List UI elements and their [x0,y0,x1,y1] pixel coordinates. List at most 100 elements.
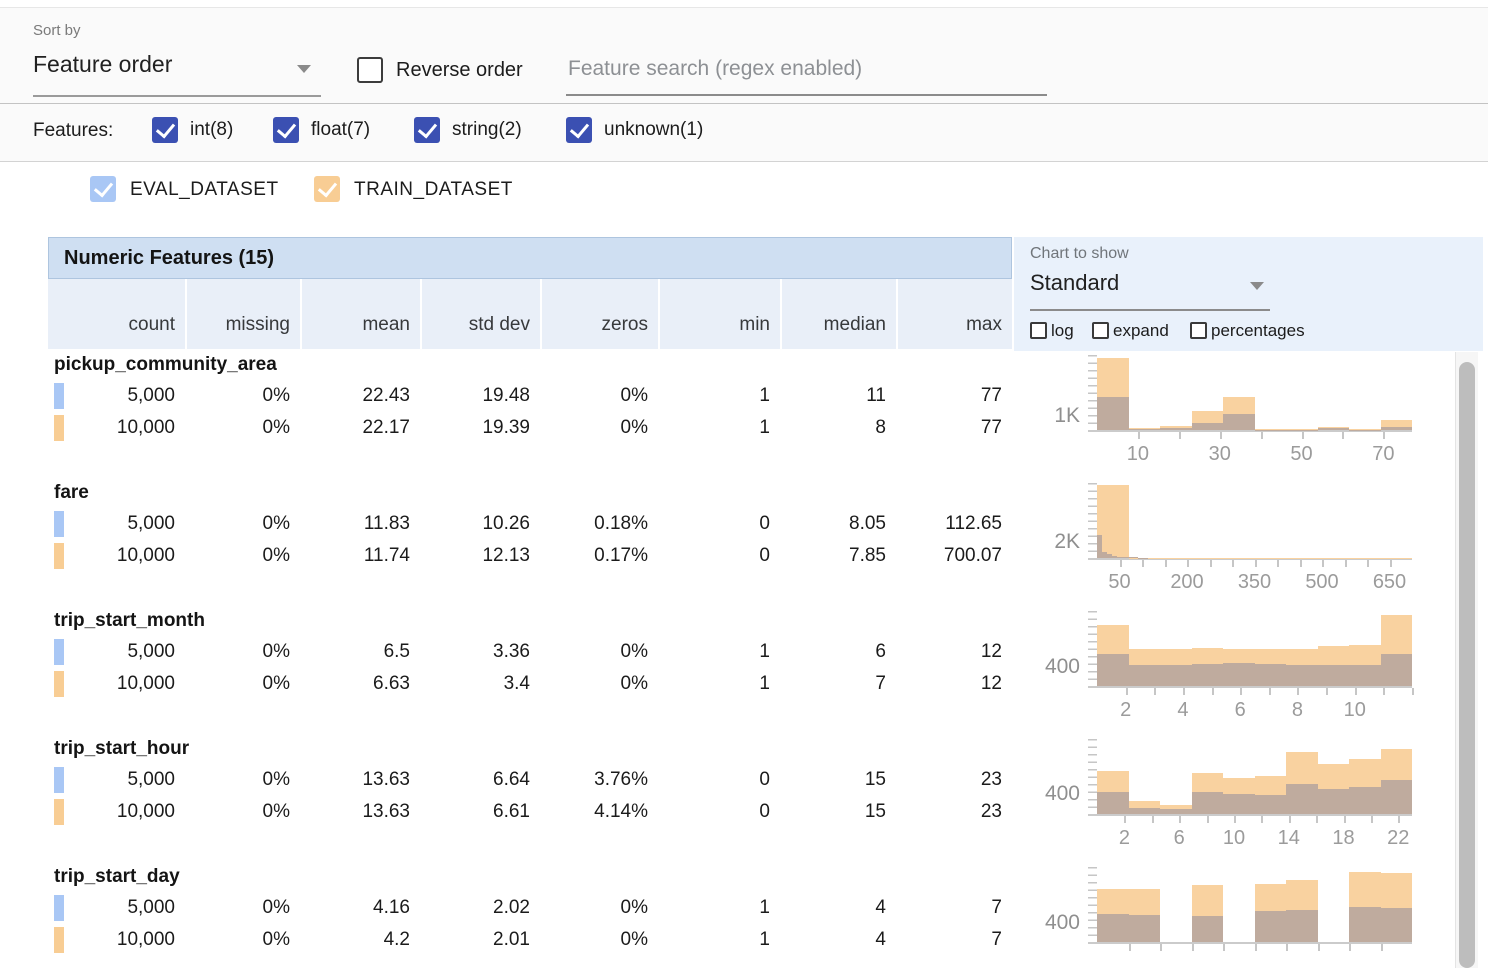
x-axis-tick-label: 350 [1238,571,1271,594]
x-axis-tick-label: 22 [1387,827,1409,850]
dataset-color-swatch [54,415,64,441]
x-axis-tick-label: 18 [1332,827,1354,850]
feature-group-trip_start_day: trip_start_day5,0000%4.162.020%14710,000… [48,864,1012,968]
x-axis-tick-label: 50 [1290,443,1312,466]
x-axis-tick [1322,560,1324,567]
histogram-bar-eval_dataset [1160,809,1192,814]
stat-value: 1 [658,636,780,668]
train-dataset-checkbox[interactable] [314,176,340,202]
chart-to-show-select[interactable]: Standard [1030,270,1270,306]
x-axis-tick [1210,560,1212,567]
feature-type-checkbox-string[interactable] [414,117,440,143]
stat-value: 0% [540,924,658,956]
feature-type-checkbox-int[interactable] [152,117,178,143]
histogram-bar-eval_dataset [1381,654,1413,686]
dataset-color-swatch [54,927,64,953]
facets-overview-page: Sort by Feature order Reverse order Feat… [0,0,1488,968]
sort-by-label: Sort by [33,22,81,39]
stat-value: 1 [658,924,780,956]
scrollbar-thumb[interactable] [1459,362,1475,968]
x-axis-tick [1240,688,1242,695]
x-axis-tick [1261,816,1263,823]
x-axis-tick [1383,688,1385,695]
histogram-bar-eval_dataset [1255,795,1287,814]
feature-type-checkbox-float[interactable] [273,117,299,143]
stat-value: 15 [780,764,896,796]
feature-type-checkbox-unknown[interactable] [566,117,592,143]
histogram-bar-eval_dataset [1129,808,1161,814]
stat-value: 6.64 [420,764,540,796]
x-axis-tick [1269,688,1271,695]
x-axis-tick [1183,688,1185,695]
histogram-bar-eval_dataset [1097,914,1129,942]
feature-search-input[interactable] [566,56,1048,82]
expand-checkbox[interactable] [1092,322,1109,339]
x-axis-tick [1297,688,1299,695]
column-header-zeros: zeros [540,279,658,349]
histogram-bar-eval_dataset [1192,792,1224,814]
stat-value: 4 [780,892,896,924]
x-axis-tick [1326,688,1328,695]
stat-value: 0% [185,508,300,540]
x-axis-tick [1381,944,1383,951]
chart-controls-panel: Chart to show Standard logexpandpercenta… [1014,237,1483,351]
stats-row-train_dataset: 10,0000%11.7412.130.17%07.85700.07 [48,540,1012,572]
check-icon [418,118,437,138]
histogram-trip_start_day: 400 [1030,864,1422,968]
stat-value: 0% [185,540,300,572]
x-axis-tick-label: 2 [1120,699,1131,722]
percentages-checkbox[interactable] [1190,322,1207,339]
stat-value: 4.14% [540,796,658,828]
x-axis-tick [1152,816,1154,823]
stat-value: 2.01 [420,924,540,956]
feature-type-label: int(8) [190,119,233,141]
feature-name: fare [48,480,1012,508]
stat-value: 13.63 [300,796,420,828]
feature-group-fare: fare5,0000%11.8310.260.18%08.05112.6510,… [48,480,1012,608]
stat-value: 8 [780,412,896,444]
dataset-color-swatch [54,799,64,825]
stat-value: 1 [658,892,780,924]
column-header-std-dev: std dev [420,279,540,349]
reverse-order-checkbox[interactable] [357,57,383,83]
column-header-count: count [48,279,185,349]
sort-by-select[interactable]: Feature order [33,51,321,91]
percentages-label: percentages [1211,321,1305,341]
x-axis-tick [1277,560,1279,567]
histogram-bar-eval_dataset [1192,916,1224,942]
histogram-bar-eval_dataset [1160,428,1192,430]
stat-value: 22.43 [300,380,420,412]
y-axis-ticks [1088,739,1097,814]
histogram-trip_start_month: 400246810 [1030,608,1422,738]
stat-value: 19.39 [420,412,540,444]
stat-value: 12 [896,668,1012,700]
histogram-bar-eval_dataset [1255,911,1287,942]
stat-value: 6.63 [300,668,420,700]
feature-name: trip_start_day [48,864,1012,892]
stat-value: 0 [658,796,780,828]
stat-value: 7.85 [780,540,896,572]
stat-value: 112.65 [896,508,1012,540]
histogram-bar-eval_dataset [1160,665,1192,686]
column-header-min: min [658,279,780,349]
stat-value: 0 [658,540,780,572]
stat-value: 5,000 [48,380,185,412]
log-checkbox[interactable] [1030,322,1047,339]
stat-value: 0% [185,764,300,796]
chevron-down-icon [1250,282,1264,290]
x-axis-tick-label: 500 [1305,571,1338,594]
check-icon [94,177,113,197]
histogram-bar-eval_dataset [1097,654,1129,686]
histogram-bar-eval_dataset [1381,780,1413,814]
dataset-color-swatch [54,383,64,409]
stat-value: 5,000 [48,892,185,924]
expand-label: expand [1113,321,1169,341]
x-axis-tick [1371,816,1373,823]
x-axis-tick [1129,944,1131,951]
stat-value: 6.61 [420,796,540,828]
eval-dataset-checkbox[interactable] [90,176,116,202]
x-axis-tick [1124,816,1126,823]
histogram-bar-eval_dataset [1255,664,1287,687]
dataset-label: EVAL_DATASET [130,179,279,201]
dataset-color-swatch [54,671,64,697]
